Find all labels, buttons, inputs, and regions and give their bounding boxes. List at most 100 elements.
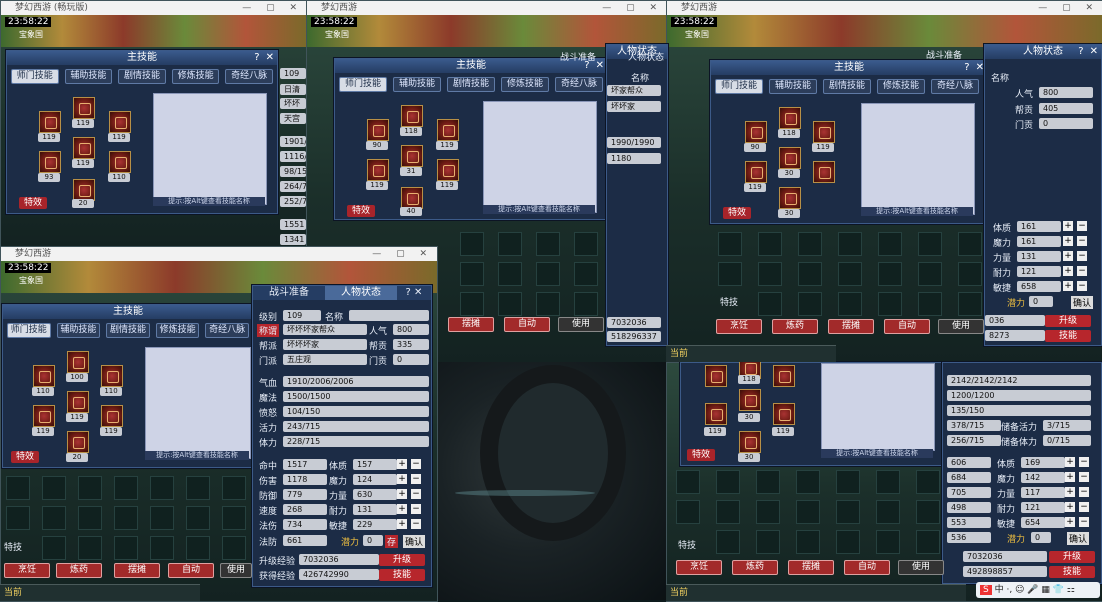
tab-battle-prep[interactable]: 战斗准备	[253, 286, 325, 300]
inventory-slot[interactable]	[836, 470, 860, 494]
inventory-slot[interactable]	[460, 262, 484, 286]
inventory-slot[interactable]	[716, 470, 740, 494]
skill-icon[interactable]	[739, 389, 761, 411]
add-agi-button[interactable]: +	[1063, 281, 1073, 291]
inventory-slot[interactable]	[836, 500, 860, 524]
skill-icon[interactable]	[67, 431, 89, 453]
inventory-slot[interactable]	[718, 232, 742, 256]
skill-icon[interactable]	[401, 187, 423, 209]
inventory-slot[interactable]	[876, 500, 900, 524]
skill-icon[interactable]	[367, 119, 389, 141]
add-agi-button[interactable]: +	[397, 519, 407, 529]
inventory-slot[interactable]	[78, 536, 102, 560]
inventory-slot[interactable]	[758, 292, 782, 316]
inventory-slot[interactable]	[878, 262, 902, 286]
window-controls[interactable]: — ▢ ✕	[372, 247, 433, 261]
inventory-slot[interactable]	[958, 232, 982, 256]
use-button[interactable]: 使用	[558, 317, 604, 332]
inventory-slot[interactable]	[676, 500, 700, 524]
inventory-slot[interactable]	[676, 470, 700, 494]
tab-assist-skills[interactable]: 辅助技能	[769, 79, 817, 94]
inventory-slot[interactable]	[498, 262, 522, 286]
inventory-slot[interactable]	[536, 292, 560, 316]
help-icon[interactable]: ?	[254, 52, 259, 63]
confirm-button[interactable]: 确认	[1067, 532, 1090, 545]
sub-con-button[interactable]: −	[1079, 457, 1089, 467]
effect-button[interactable]: 特效	[723, 207, 751, 219]
chat-bar-bottom-right[interactable]: 当前	[666, 584, 966, 601]
close-icon[interactable]: ✕	[596, 60, 604, 71]
cook-button[interactable]: 烹饪	[716, 319, 762, 334]
inventory-slot[interactable]	[838, 292, 862, 316]
inventory-slot[interactable]	[918, 262, 942, 286]
auto-button[interactable]: 自动	[168, 563, 214, 578]
skill-icon[interactable]	[437, 159, 459, 181]
inventory-slot[interactable]	[958, 262, 982, 286]
window-controls[interactable]: — ▢ ✕	[602, 1, 663, 15]
channel-current[interactable]: 当前	[670, 588, 688, 598]
sub-con-button[interactable]: −	[1077, 221, 1087, 231]
cook-button[interactable]: 烹饪	[4, 563, 50, 578]
upgrade-button[interactable]: 升级	[1049, 551, 1095, 563]
inventory-slot[interactable]	[798, 232, 822, 256]
inventory-slot[interactable]	[574, 262, 598, 286]
auto-button[interactable]: 自动	[844, 560, 890, 575]
tab-meridians[interactable]: 奇经八脉	[205, 323, 249, 338]
sub-agi-button[interactable]: −	[1077, 281, 1087, 291]
inventory-slot[interactable]	[150, 506, 174, 530]
tab-school-skills[interactable]: 师门技能	[715, 79, 763, 94]
add-mag-button[interactable]: +	[397, 474, 407, 484]
inventory-slot[interactable]	[150, 476, 174, 500]
effect-button[interactable]: 特效	[347, 205, 375, 217]
skill-icon[interactable]	[813, 161, 835, 183]
inventory-slot[interactable]	[838, 232, 862, 256]
add-con-button[interactable]: +	[1063, 221, 1073, 231]
use-button[interactable]: 使用	[220, 563, 252, 578]
channel-current[interactable]: 当前	[670, 349, 688, 359]
window-controls[interactable]: — ▢ ✕	[242, 1, 303, 15]
skill-icon[interactable]	[67, 391, 89, 413]
inventory-slot[interactable]	[498, 292, 522, 316]
inventory-slot[interactable]	[460, 232, 484, 256]
skill-icon[interactable]	[401, 105, 423, 127]
battle-prep-tab[interactable]: 战斗准备	[926, 48, 962, 61]
add-con-button[interactable]: +	[397, 459, 407, 469]
auto-button[interactable]: 自动	[504, 317, 550, 332]
tab-meridians[interactable]: 奇经八脉	[225, 69, 273, 84]
inventory-slot[interactable]	[78, 506, 102, 530]
use-button[interactable]: 使用	[938, 319, 984, 334]
skill-icon[interactable]	[101, 365, 123, 387]
title-label[interactable]: 称谓	[257, 324, 280, 337]
close-icon[interactable]: ✕	[266, 52, 274, 63]
inventory-slot[interactable]	[796, 470, 820, 494]
window-controls[interactable]: — ▢ ✕	[1038, 1, 1099, 15]
inventory-slot[interactable]	[798, 292, 822, 316]
inventory-slot[interactable]	[878, 292, 902, 316]
skill-icon[interactable]	[773, 365, 795, 387]
inventory-slot[interactable]	[574, 232, 598, 256]
skill-icon[interactable]	[705, 365, 727, 387]
inventory-slot[interactable]	[536, 232, 560, 256]
sub-end-button[interactable]: −	[1079, 502, 1089, 512]
use-button[interactable]: 使用	[898, 560, 944, 575]
inventory-slot[interactable]	[150, 536, 174, 560]
inventory-slot[interactable]	[222, 476, 246, 500]
tab-assist-skills[interactable]: 辅助技能	[393, 77, 441, 92]
tab-assist-skills[interactable]: 辅助技能	[64, 69, 113, 84]
tab-assist-skills[interactable]: 辅助技能	[56, 323, 101, 338]
inventory-slot[interactable]	[222, 536, 246, 560]
tab-character-status[interactable]: 人物状态	[325, 286, 397, 300]
skill-icon[interactable]	[773, 403, 795, 425]
stall-button[interactable]: 摆摊	[788, 560, 834, 575]
sogou-icon[interactable]: S	[980, 585, 992, 595]
add-mag-button[interactable]: +	[1065, 472, 1075, 482]
skill-icon[interactable]	[401, 145, 423, 167]
close-icon[interactable]: ✕	[414, 287, 422, 298]
inventory-slot[interactable]	[716, 530, 740, 554]
skill-icon[interactable]	[705, 403, 727, 425]
inventory-slot[interactable]	[756, 500, 780, 524]
add-str-button[interactable]: +	[1063, 251, 1073, 261]
inventory-slot[interactable]	[460, 292, 484, 316]
inventory-slot[interactable]	[42, 536, 66, 560]
inventory-slot[interactable]	[222, 506, 246, 530]
